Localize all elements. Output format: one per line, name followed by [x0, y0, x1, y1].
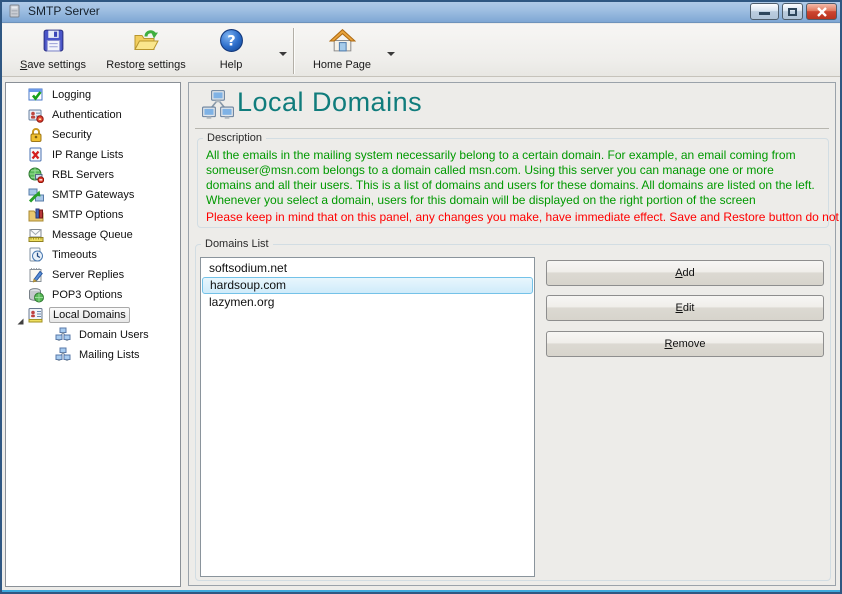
sidebar-item-timeouts[interactable]: Timeouts [6, 245, 180, 265]
domain-users-network-icon [55, 327, 71, 343]
chevron-down-icon [279, 52, 287, 56]
title-bar: SMTP Server [0, 0, 842, 23]
app-window: SMTP Server Save settings [0, 0, 842, 594]
sidebar-item-label: Security [49, 128, 95, 142]
pop3-options-icon [28, 287, 44, 303]
sidebar-tree: Logging Authentication [5, 82, 181, 587]
domains-group-label: Domains List [201, 238, 273, 251]
window-title: SMTP Server [28, 4, 100, 18]
sidebar-item-label: RBL Servers [49, 168, 117, 182]
home-dropdown-arrow[interactable] [384, 47, 398, 61]
home-page-button[interactable]: Home Page [302, 27, 382, 74]
local-domains-icon [28, 307, 44, 323]
home-icon [329, 28, 356, 56]
server-replies-icon [28, 267, 44, 283]
sidebar-item-ip-range-lists[interactable]: IP Range Lists [6, 145, 180, 165]
minimize-icon [759, 12, 770, 15]
help-button[interactable]: ? Help [196, 27, 266, 74]
sidebar-item-label: Authentication [49, 108, 125, 122]
home-page-label: Home Page [313, 59, 371, 71]
smtp-options-icon [28, 207, 44, 223]
security-lock-icon [28, 127, 44, 143]
close-icon [816, 7, 828, 17]
sidebar-item-label: POP3 Options [49, 288, 125, 302]
remove-button[interactable]: Remove [546, 331, 824, 357]
ip-range-lists-icon [28, 147, 44, 163]
toolbar-separator [293, 28, 294, 74]
page-header: Local Domains [189, 83, 835, 128]
save-settings-label: Save settings [20, 59, 86, 71]
domains-list-groupbox: Domains List softsodium.net hardsoup.com… [195, 244, 831, 581]
toolbar: Save settings Restore settings [2, 24, 840, 77]
logging-icon [28, 87, 44, 103]
help-label: Help [220, 59, 243, 71]
domain-list-item[interactable]: lazymen.org [202, 294, 533, 311]
local-domains-header-icon [201, 89, 235, 128]
sidebar-item-label: SMTP Options [49, 208, 126, 222]
sidebar-item-smtp-gateways[interactable]: SMTP Gateways [6, 185, 180, 205]
timeouts-icon [28, 247, 44, 263]
app-icon [7, 3, 23, 24]
rbl-servers-icon [28, 167, 44, 183]
restore-settings-label: Restore settings [106, 59, 186, 71]
sidebar-item-local-domains[interactable]: Local Domains [6, 305, 180, 325]
sidebar-item-message-queue[interactable]: Message Queue [6, 225, 180, 245]
smtp-gateways-icon [28, 187, 44, 203]
restore-settings-button[interactable]: Restore settings [98, 27, 194, 74]
sidebar-item-mailing-lists[interactable]: Mailing Lists [6, 345, 180, 365]
description-text: All the emails in the mailing system nec… [206, 148, 822, 208]
sidebar-item-authentication[interactable]: Authentication [6, 105, 180, 125]
sidebar-item-label: Server Replies [49, 268, 127, 282]
sidebar-item-logging[interactable]: Logging [6, 85, 180, 105]
sidebar-item-security[interactable]: Security [6, 125, 180, 145]
authentication-icon [28, 107, 44, 123]
restore-icon [133, 28, 160, 56]
description-group-label: Description [203, 132, 266, 145]
add-button[interactable]: Add [546, 260, 824, 286]
sidebar-item-label: Logging [49, 88, 94, 102]
description-groupbox: Description All the emails in the mailin… [197, 138, 829, 228]
page-title: Local Domains [237, 87, 422, 118]
minimize-button[interactable] [750, 3, 779, 20]
save-icon [41, 28, 66, 56]
save-settings-button[interactable]: Save settings [10, 27, 96, 74]
domain-list-item-selected[interactable]: hardsoup.com [202, 277, 533, 294]
sidebar-item-smtp-options[interactable]: SMTP Options [6, 205, 180, 225]
chevron-down-icon [387, 52, 395, 56]
sidebar-item-label: Local Domains [49, 307, 130, 323]
sidebar-item-domain-users[interactable]: Domain Users [6, 325, 180, 345]
sidebar-item-label: Timeouts [49, 248, 100, 262]
close-button[interactable] [806, 3, 837, 20]
maximize-icon [788, 8, 797, 16]
sidebar-item-pop3-options[interactable]: POP3 Options [6, 285, 180, 305]
help-dropdown-arrow[interactable] [276, 47, 290, 61]
help-icon: ? [219, 28, 244, 56]
warning-text: Please keep in mind that on this panel, … [206, 210, 822, 224]
message-queue-icon [28, 227, 44, 243]
window-frame-accent [2, 590, 840, 592]
domain-list-item[interactable]: softsodium.net [202, 260, 533, 277]
sidebar-item-label: SMTP Gateways [49, 188, 137, 202]
edit-button[interactable]: Edit [546, 295, 824, 321]
sidebar-item-label: IP Range Lists [49, 148, 126, 162]
domains-listbox[interactable]: softsodium.net hardsoup.com lazymen.org [200, 257, 535, 577]
mailing-lists-network-icon [55, 347, 71, 363]
sidebar-item-label: Domain Users [76, 328, 152, 342]
svg-text:?: ? [227, 33, 235, 50]
header-divider [195, 128, 829, 129]
sidebar-item-server-replies[interactable]: Server Replies [6, 265, 180, 285]
sidebar-item-label: Message Queue [49, 228, 136, 242]
maximize-button[interactable] [782, 3, 803, 20]
main-panel: Local Domains Description All the emails… [188, 82, 836, 586]
sidebar-item-rbl-servers[interactable]: RBL Servers [6, 165, 180, 185]
sidebar-item-label: Mailing Lists [76, 348, 143, 362]
